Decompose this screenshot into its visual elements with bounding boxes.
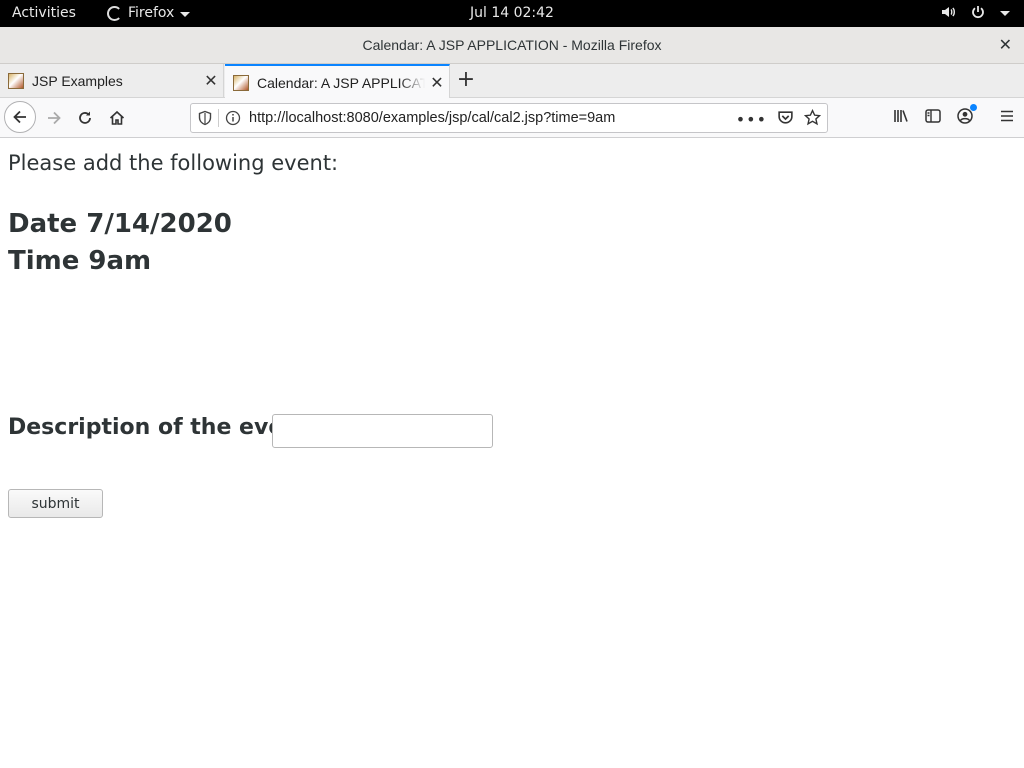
forward-arrow-icon	[48, 111, 61, 125]
close-icon[interactable]: ✕	[999, 35, 1012, 54]
power-icon	[970, 4, 986, 20]
chevron-down-icon	[1000, 10, 1010, 16]
new-tab-icon[interactable]: +	[455, 69, 477, 91]
gnome-top-bar: Activities Firefox Jul 14 02:42	[0, 0, 1024, 27]
url-bar-separator	[218, 109, 219, 127]
close-tab-icon[interactable]: ✕	[425, 73, 449, 93]
reload-button[interactable]	[71, 104, 99, 132]
description-label: Description of the event	[8, 415, 310, 440]
chevron-down-icon	[180, 11, 191, 17]
navigation-toolbar: http://localhost:8080/examples/jsp/cal/c…	[0, 98, 1024, 138]
tab-strip: JSP Examples ✕ Calendar: A JSP APPLICATI…	[0, 64, 1024, 99]
url-bar[interactable]: http://localhost:8080/examples/jsp/cal/c…	[190, 103, 828, 133]
notification-dot	[970, 104, 977, 111]
url-text[interactable]: http://localhost:8080/examples/jsp/cal/c…	[249, 110, 615, 126]
home-icon	[109, 110, 125, 125]
description-input[interactable]	[272, 414, 493, 448]
app-menu-label: Firefox	[128, 5, 175, 21]
favicon-icon	[233, 74, 249, 91]
tab-calendar[interactable]: Calendar: A JSP APPLICATION ✕	[225, 64, 450, 99]
firefox-icon	[107, 5, 122, 21]
system-menu[interactable]	[940, 4, 1010, 20]
tab-label: Calendar: A JSP APPLICATION	[257, 74, 425, 91]
activities-button[interactable]: Activities	[12, 5, 76, 21]
page-content: Please add the following event: Date 7/1…	[0, 139, 1024, 768]
event-date: Date 7/14/2020	[8, 209, 232, 239]
library-icon[interactable]	[892, 107, 910, 129]
sidebar-icon[interactable]	[924, 107, 942, 129]
volume-icon	[940, 4, 956, 20]
intro-text: Please add the following event:	[8, 151, 339, 175]
account-icon[interactable]	[956, 104, 977, 129]
home-button[interactable]	[103, 104, 131, 132]
window-title: Calendar: A JSP APPLICATION - Mozilla Fi…	[362, 37, 662, 53]
back-button[interactable]	[4, 101, 36, 133]
clock[interactable]: Jul 14 02:42	[470, 5, 554, 21]
reload-icon	[79, 111, 91, 124]
hamburger-menu-icon[interactable]	[998, 107, 1016, 129]
site-info-icon[interactable]	[225, 110, 241, 130]
favicon-icon	[8, 73, 24, 89]
tab-jsp-examples[interactable]: JSP Examples ✕	[0, 64, 224, 98]
submit-button[interactable]: submit	[8, 489, 103, 518]
forward-button[interactable]	[40, 104, 68, 132]
close-tab-icon[interactable]: ✕	[199, 71, 223, 91]
tracking-shield-icon[interactable]	[197, 110, 213, 130]
page-actions-icon[interactable]: •••	[736, 110, 767, 129]
back-arrow-icon	[13, 110, 26, 124]
tab-label: JSP Examples	[32, 73, 123, 89]
pocket-icon[interactable]	[777, 109, 794, 130]
window-title-bar: Calendar: A JSP APPLICATION - Mozilla Fi…	[0, 27, 1024, 64]
event-time: Time 9am	[8, 246, 152, 276]
app-menu[interactable]: Firefox	[107, 5, 191, 21]
bookmark-star-icon[interactable]	[803, 108, 822, 130]
